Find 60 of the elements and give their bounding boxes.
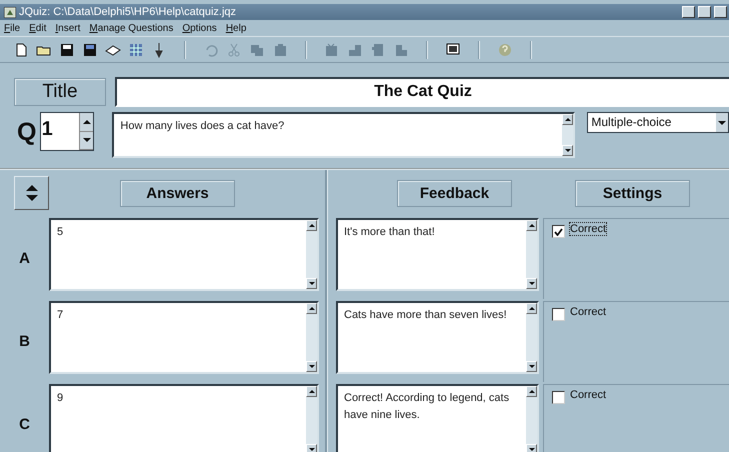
- up-arrow-icon: [82, 120, 91, 124]
- feedback-header: Feedback: [397, 180, 512, 206]
- question-field[interactable]: How many lives does a cat have?: [112, 112, 576, 158]
- feedback-field[interactable]: Correct! According to legend, cats have nine lives.: [336, 384, 539, 452]
- up-arrow-icon: [564, 118, 571, 121]
- menu-item[interactable]: Insert: [55, 22, 80, 34]
- answer-letter: C: [18, 416, 31, 433]
- maximize-button[interactable]: [698, 6, 711, 18]
- up-arrow-icon: [528, 224, 534, 227]
- down-arrow-icon: [718, 120, 726, 124]
- feedback-field[interactable]: It's more than that!: [336, 218, 539, 291]
- down-arrow-icon: [528, 365, 534, 368]
- menu-item[interactable]: Manage Questions: [89, 22, 174, 34]
- up-arrow-icon: [308, 307, 314, 310]
- title-label: Title: [14, 78, 106, 106]
- correct-checkbox[interactable]: [552, 225, 565, 238]
- down-arrow-icon: [308, 282, 314, 285]
- checkbox-label: Correct: [570, 389, 606, 401]
- up-arrow-icon: [308, 390, 314, 393]
- up-arrow-icon: [528, 390, 534, 393]
- app-icon: [4, 6, 16, 18]
- settings-header: Settings: [575, 180, 690, 206]
- down-arrow-icon: [528, 448, 534, 451]
- menu-item[interactable]: File: [4, 22, 20, 34]
- window-title: JQuiz: C:\Data\Delphi5\HP6\Help\catquiz.jqz: [19, 6, 238, 18]
- answer-field[interactable]: 5: [49, 218, 319, 291]
- floppy-icon[interactable]: [82, 42, 98, 58]
- check-icon: [554, 228, 563, 236]
- feedback-field[interactable]: Cats have more than seven lives!: [336, 301, 539, 374]
- question-number-spinner[interactable]: 1: [40, 112, 94, 151]
- up-arrow-icon: [308, 224, 314, 227]
- down-arrow-icon: [26, 195, 38, 201]
- down-arrow-icon: [528, 282, 534, 285]
- answer-field[interactable]: 9: [49, 384, 319, 452]
- down-arrow-icon: [308, 365, 314, 368]
- menu-item[interactable]: Edit: [29, 22, 46, 34]
- web-page-icon[interactable]: [445, 42, 461, 58]
- correct-checkbox[interactable]: [552, 308, 565, 321]
- checkbox-label: Correct: [570, 223, 606, 235]
- down-arrow-icon: [564, 149, 571, 152]
- answer-letter: B: [18, 333, 31, 350]
- title-field[interactable]: The Cat Quiz: [115, 77, 729, 107]
- checkbox-label: Correct: [570, 306, 606, 318]
- question-label: Q: [17, 118, 38, 147]
- answers-header: Answers: [120, 180, 235, 206]
- menu-item[interactable]: Options: [182, 22, 217, 34]
- up-arrow-icon: [26, 185, 38, 191]
- answer-field[interactable]: 7: [49, 301, 319, 374]
- floppy-icon[interactable]: [59, 42, 75, 58]
- down-arrow-icon: [308, 448, 314, 451]
- close-button[interactable]: [714, 6, 727, 18]
- minimize-button[interactable]: [682, 6, 695, 18]
- question-type-dropdown[interactable]: Multiple-choice: [587, 112, 729, 133]
- answer-letter: A: [18, 250, 31, 267]
- menu-item[interactable]: Help: [226, 22, 246, 34]
- down-arrow-icon: [82, 138, 91, 142]
- grid-icon[interactable]: [128, 42, 144, 58]
- reorder-button[interactable]: [14, 176, 49, 210]
- up-arrow-icon: [528, 307, 534, 310]
- correct-checkbox[interactable]: [552, 391, 565, 404]
